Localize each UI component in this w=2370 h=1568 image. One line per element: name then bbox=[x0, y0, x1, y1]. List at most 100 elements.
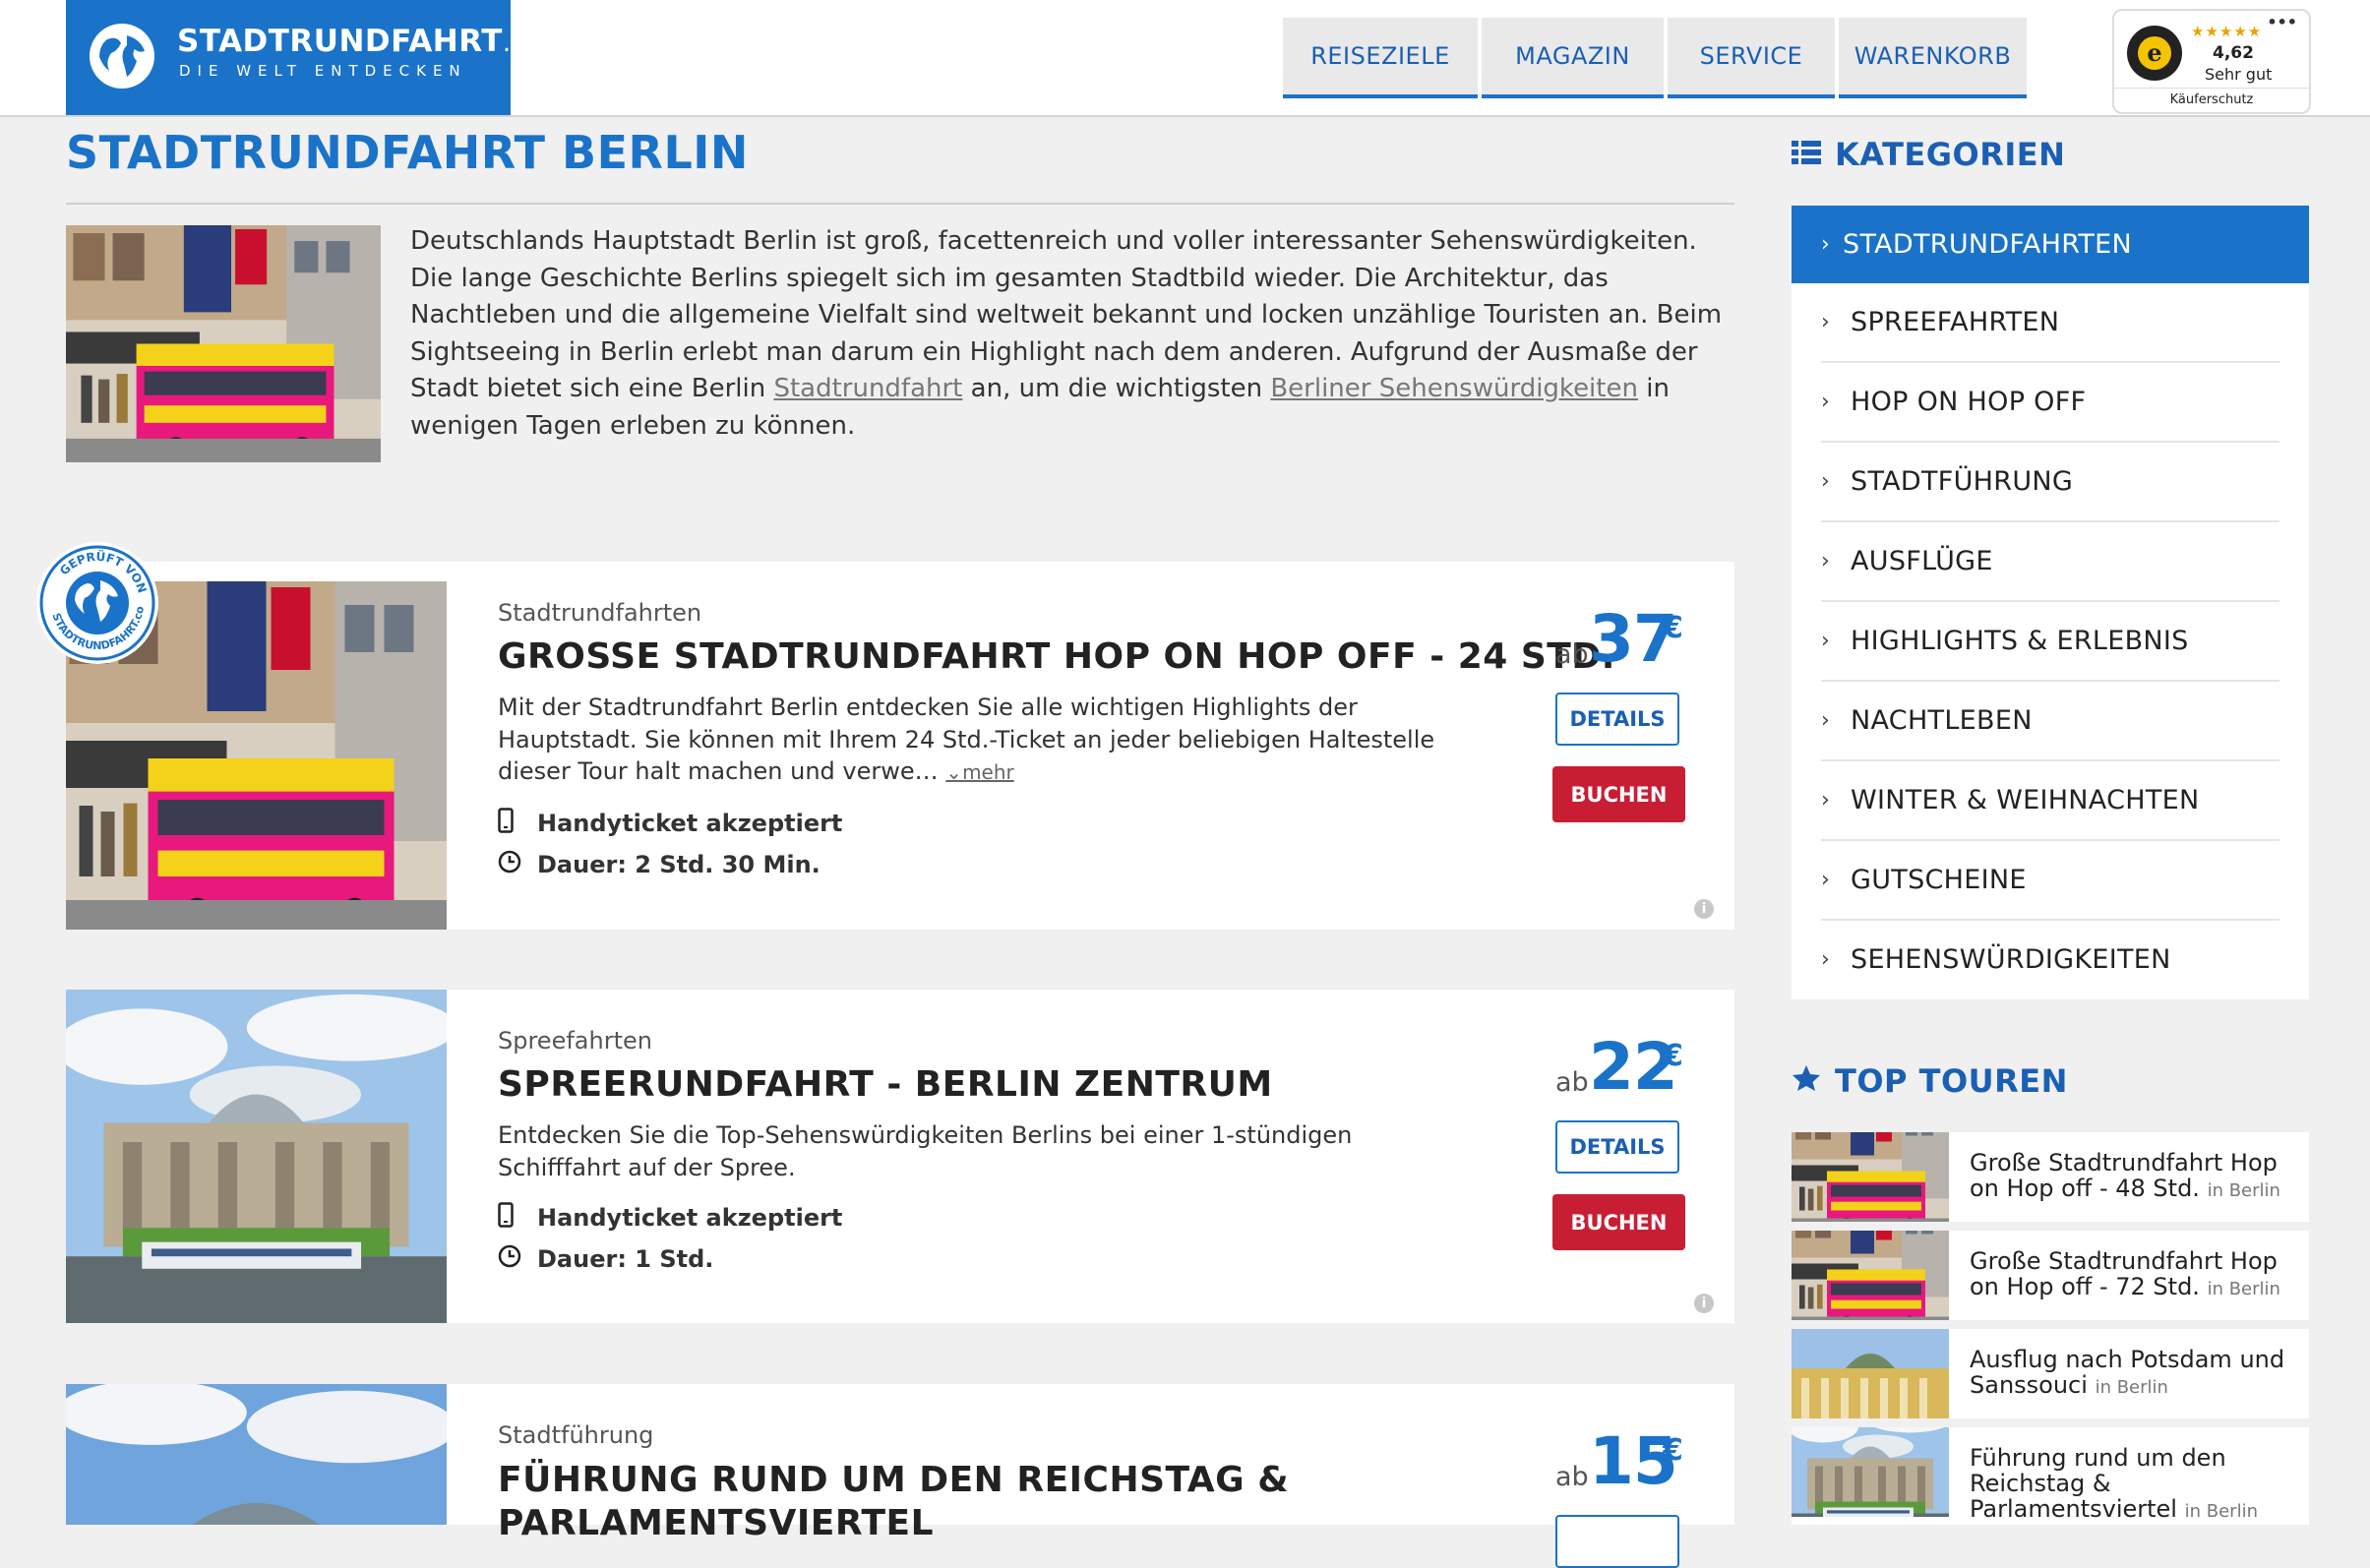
top-tours-heading-label: TOP TOUREN bbox=[1835, 1062, 2068, 1100]
tour-title[interactable]: FÜHRUNG RUND UM DEN REICHSTAG & PARLAMEN… bbox=[498, 1459, 1289, 1545]
info-icon[interactable]: i bbox=[1694, 1294, 1714, 1313]
smartphone-icon bbox=[498, 808, 537, 839]
info-icon[interactable]: i bbox=[1694, 899, 1714, 919]
tour-image[interactable] bbox=[66, 990, 447, 1323]
globe-icon bbox=[90, 24, 154, 89]
site-logo[interactable]: STADTRUNDFAHRT.com DIE WELT ENTDECKEN bbox=[66, 0, 567, 115]
link-stadtrundfahrt[interactable]: Stadtrundfahrt bbox=[773, 374, 962, 403]
category-label: HIGHLIGHTS & ERLEBNIS bbox=[1851, 626, 2189, 656]
category-label: SEHENSWÜRDIGKEITEN bbox=[1851, 944, 2171, 975]
more-link-label: mehr bbox=[962, 760, 1014, 784]
categories-heading: KATEGORIEN bbox=[1792, 136, 2065, 173]
top-tour-location: in Berlin bbox=[2207, 1180, 2280, 1201]
nav-warenkorb[interactable]: WARENKORB bbox=[1839, 18, 2027, 98]
category-stadtfuehrung[interactable]: › STADTFÜHRUNG bbox=[1821, 443, 2279, 522]
chevron-right-icon: › bbox=[1821, 469, 1830, 494]
clock-icon bbox=[498, 850, 537, 879]
price-currency: € bbox=[1663, 1039, 1683, 1073]
category-label: STADTFÜHRUNG bbox=[1851, 466, 2074, 497]
category-ausfluege[interactable]: › AUSFLÜGE bbox=[1821, 522, 2279, 602]
more-link[interactable]: ⌄mehr bbox=[945, 760, 1013, 784]
price-currency: € bbox=[1663, 1433, 1683, 1468]
category-hop-on-hop-off[interactable]: › HOP ON HOP OFF bbox=[1821, 363, 2279, 443]
svg-text:e: e bbox=[2147, 38, 2161, 67]
top-tours-heading: TOP TOUREN bbox=[1792, 1062, 2068, 1100]
intro-text: Deutschlands Hauptstadt Berlin ist groß,… bbox=[410, 223, 1734, 445]
categories-heading-label: KATEGORIEN bbox=[1835, 136, 2066, 173]
top-tour-thumbnail bbox=[1792, 1132, 1949, 1222]
trusted-shops-badge[interactable]: e ••• ★★★★★ 4,62 Sehr gut Käuferschutz bbox=[2112, 9, 2311, 114]
smartphone-icon bbox=[498, 1202, 537, 1234]
rating-stars: ★★★★★ bbox=[2191, 23, 2263, 40]
price-prefix: ab bbox=[1555, 1067, 1589, 1098]
tour-description: Mit der Stadtrundfahrt Berlin entdecken … bbox=[498, 692, 1442, 789]
tour-title[interactable]: SPREERUNDFAHRT - BERLIN ZENTRUM bbox=[498, 1064, 1273, 1105]
tour-category: Stadtrundfahrten bbox=[498, 599, 702, 627]
top-tour-thumbnail bbox=[1792, 1329, 1949, 1418]
top-tour-item[interactable]: Große Stadtrundfahrt Hop on Hop off - 72… bbox=[1792, 1231, 2309, 1320]
top-tour-item[interactable]: Große Stadtrundfahrt Hop on Hop off - 48… bbox=[1792, 1132, 2309, 1222]
chevron-right-icon: › bbox=[1821, 947, 1830, 972]
feature-label: Dauer: 1 Std. bbox=[537, 1245, 714, 1273]
category-nachtleben[interactable]: › NACHTLEBEN bbox=[1821, 682, 2279, 761]
top-tour-thumbnail bbox=[1792, 1427, 1949, 1517]
nav-reiseziele[interactable]: REISEZIELE bbox=[1283, 18, 1478, 98]
tour-card: Spreefahrten SPREERUNDFAHRT - BERLIN ZEN… bbox=[66, 990, 1734, 1323]
details-button[interactable]: DETAILS bbox=[1555, 693, 1679, 746]
chevron-right-icon: › bbox=[1821, 788, 1830, 813]
clock-icon bbox=[498, 1244, 537, 1274]
tour-description: Entdecken Sie die Top-Sehenswürdigkeiten… bbox=[498, 1121, 1353, 1181]
site-header: STADTRUNDFAHRT.com DIE WELT ENTDECKEN RE… bbox=[0, 0, 2370, 117]
tour-title[interactable]: GROSSE STADTRUNDFAHRT HOP ON HOP OFF - 2… bbox=[498, 636, 1615, 677]
tour-category: Spreefahrten bbox=[498, 1027, 652, 1055]
tour-image[interactable] bbox=[66, 1384, 447, 1525]
book-button[interactable]: BUCHEN bbox=[1552, 766, 1685, 822]
category-winter[interactable]: › WINTER & WEIHNACHTEN bbox=[1821, 761, 2279, 841]
top-tour-item[interactable]: Ausflug nach Potsdam und Sanssouci in Be… bbox=[1792, 1329, 2309, 1418]
tour-feature-duration: Dauer: 2 Std. 30 Min. bbox=[498, 850, 820, 879]
category-sehenswuerdigkeiten[interactable]: › SEHENSWÜRDIGKEITEN bbox=[1821, 921, 2279, 998]
nav-magazin[interactable]: MAGAZIN bbox=[1482, 18, 1664, 98]
category-label: STADTRUNDFAHRTEN bbox=[1843, 229, 2132, 260]
chevron-down-icon: ⌄ bbox=[945, 760, 963, 784]
chevron-right-icon: › bbox=[1821, 232, 1830, 257]
top-tour-item[interactable]: Führung rund um den Reichstag & Parlamen… bbox=[1792, 1427, 2309, 1525]
rating-score: 4,62 bbox=[2213, 43, 2254, 63]
category-stadtrundfahrten[interactable]: › STADTRUNDFAHRTEN bbox=[1792, 206, 2309, 283]
price-prefix: ab bbox=[1555, 639, 1589, 670]
verified-badge-icon: GEPRÜFT VON STADTRUNDFAHRT.com bbox=[35, 541, 158, 664]
title-divider bbox=[66, 203, 1734, 205]
feature-label: Handyticket akzeptiert bbox=[537, 810, 843, 837]
category-label: HOP ON HOP OFF bbox=[1851, 387, 2087, 417]
buyer-protection-label: Käuferschutz bbox=[2114, 88, 2309, 107]
tour-card: Stadtrundfahrten GROSSE STADTRUNDFAHRT H… bbox=[66, 562, 1734, 930]
category-label: GUTSCHEINE bbox=[1851, 865, 2027, 895]
intro-text-part: an, um die wichtigsten bbox=[962, 374, 1271, 403]
details-button[interactable] bbox=[1555, 1515, 1679, 1568]
top-tour-location: in Berlin bbox=[2184, 1501, 2258, 1522]
category-highlights[interactable]: › HIGHLIGHTS & ERLEBNIS bbox=[1821, 602, 2279, 682]
category-label: NACHTLEBEN bbox=[1851, 705, 2033, 736]
trusted-shops-seal-icon: e bbox=[2127, 26, 2182, 81]
logo-title: STADTRUNDFAHRT bbox=[177, 24, 503, 59]
tour-card: Stadtführung FÜHRUNG RUND UM DEN REICHST… bbox=[66, 1384, 1734, 1568]
category-label: AUSFLÜGE bbox=[1851, 546, 1993, 576]
chevron-right-icon: › bbox=[1821, 310, 1830, 334]
category-label: WINTER & WEIHNACHTEN bbox=[1851, 785, 2200, 815]
category-list: › STADTRUNDFAHRTEN › SPREEFAHRTEN › HOP ON … bbox=[1792, 206, 2309, 999]
book-button[interactable]: BUCHEN bbox=[1552, 1194, 1685, 1250]
category-spreefahrten[interactable]: › SPREEFAHRTEN bbox=[1821, 283, 2279, 363]
logo-subtitle: DIE WELT ENTDECKEN bbox=[179, 62, 467, 80]
nav-service[interactable]: SERVICE bbox=[1668, 18, 1835, 98]
tour-title-line: FÜHRUNG RUND UM DEN REICHSTAG & bbox=[498, 1460, 1290, 1500]
tour-title-line: PARLAMENTSVIERTEL bbox=[498, 1503, 935, 1543]
rating-label: Sehr gut bbox=[2205, 65, 2273, 84]
category-gutscheine[interactable]: › GUTSCHEINE bbox=[1821, 841, 2279, 921]
logo-domain: .com bbox=[502, 29, 568, 58]
trust-menu-icon[interactable]: ••• bbox=[2267, 13, 2297, 31]
star-icon bbox=[1792, 1062, 1821, 1100]
top-tour-location: in Berlin bbox=[2207, 1279, 2280, 1299]
link-sehenswuerdigkeiten[interactable]: Berliner Sehenswürdigkeiten bbox=[1270, 374, 1638, 403]
details-button[interactable]: DETAILS bbox=[1555, 1120, 1679, 1174]
category-label: SPREEFAHRTEN bbox=[1851, 307, 2060, 337]
